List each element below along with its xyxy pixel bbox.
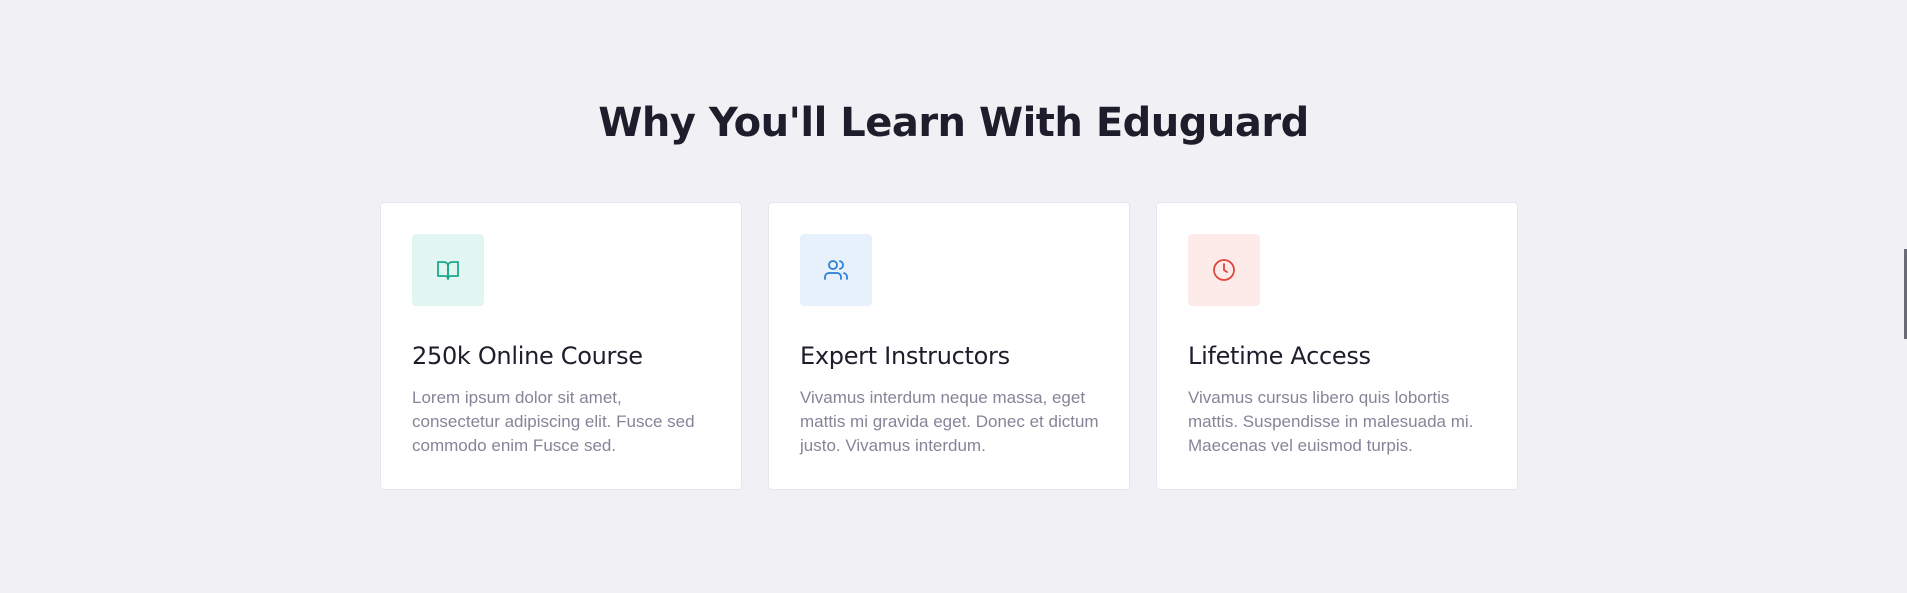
book-open-icon <box>437 261 459 280</box>
feature-card-expert-instructors: Expert Instructors Vivamus interdum nequ… <box>768 202 1130 490</box>
feature-card-online-course: 250k Online Course Lorem ipsum dolor sit… <box>380 202 742 490</box>
feature-icon-box <box>800 234 872 306</box>
feature-icon-box <box>1188 234 1260 306</box>
feature-description: Vivamus interdum neque massa, eget matti… <box>800 388 1099 455</box>
feature-icon-box <box>412 234 484 306</box>
feature-title: Expert Instructors <box>800 342 1010 370</box>
users-icon <box>824 260 848 280</box>
section-title: Why You'll Learn With Eduguard <box>598 100 1309 146</box>
feature-title: Lifetime Access <box>1188 342 1371 370</box>
feature-card-lifetime-access: Lifetime Access Vivamus cursus libero qu… <box>1156 202 1518 490</box>
feature-description: Lorem ipsum dolor sit amet, consectetur … <box>412 388 695 455</box>
feature-title: 250k Online Course <box>412 342 643 370</box>
clock-icon <box>1213 259 1235 281</box>
feature-description: Vivamus cursus libero quis lobortis matt… <box>1188 388 1474 455</box>
features-list: 250k Online Course Lorem ipsum dolor sit… <box>380 202 1518 490</box>
